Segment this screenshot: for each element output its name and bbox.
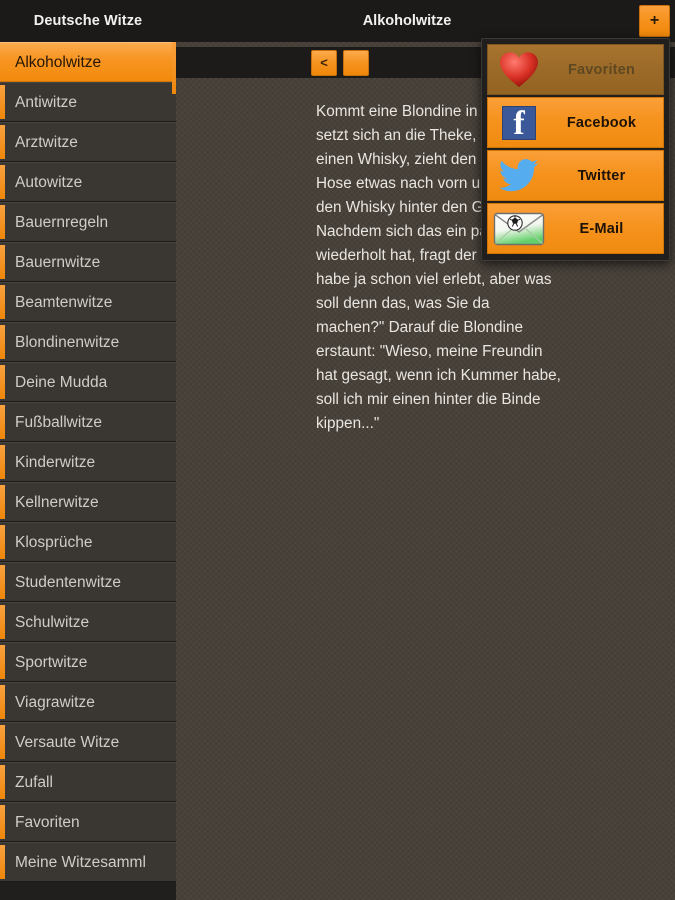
sidebar-item-bauernregeln[interactable]: Bauernregeln xyxy=(0,202,176,242)
share-popup-menu[interactable]: Favoriten f Facebook Twitter E-Mail xyxy=(481,38,670,261)
share-item-e-mail[interactable]: E-Mail xyxy=(487,203,664,254)
sidebar-item-antiwitze[interactable]: Antiwitze xyxy=(0,82,176,122)
sidebar-item-meine-witzesamml[interactable]: Meine Witzesamml xyxy=(0,842,176,882)
share-item-label: Favoriten xyxy=(567,61,636,78)
previous-joke-button[interactable]: < xyxy=(311,50,337,76)
page-indicator-button[interactable] xyxy=(343,50,369,76)
sidebar-item-arztwitze[interactable]: Arztwitze xyxy=(0,122,176,162)
category-sidebar[interactable]: Alkoholwitze Antiwitze Arztwitze Autowitze B… xyxy=(0,42,176,900)
sidebar-item-deine-mudda[interactable]: Deine Mudda xyxy=(0,362,176,402)
app-title: Deutsche Witze xyxy=(33,13,143,29)
envelope-icon xyxy=(488,204,550,253)
share-item-label: E-Mail xyxy=(579,220,624,237)
sidebar-item-versaute-witze[interactable]: Versaute Witze xyxy=(0,722,176,762)
sidebar-item-klospr-che[interactable]: Klosprüche xyxy=(0,522,176,562)
top-action-bar: Deutsche Witze Alkoholwitze + xyxy=(0,0,675,42)
share-item-twitter[interactable]: Twitter xyxy=(487,150,664,201)
sidebar-item-alkoholwitze[interactable]: Alkoholwitze xyxy=(0,42,176,82)
sidebar-item-fu-ballwitze[interactable]: Fußballwitze xyxy=(0,402,176,442)
sidebar-item-favoriten[interactable]: Favoriten xyxy=(0,802,176,842)
add-button[interactable]: + xyxy=(639,5,670,37)
app-root: Deutsche Witze Alkoholwitze + Alkoholwit… xyxy=(0,0,675,900)
twitter-icon xyxy=(488,151,550,200)
share-item-favoriten[interactable]: Favoriten xyxy=(487,44,664,95)
sidebar-item-kellnerwitze[interactable]: Kellnerwitze xyxy=(0,482,176,522)
sidebar-item-bauernwitze[interactable]: Bauernwitze xyxy=(0,242,176,282)
page-title: Alkoholwitze xyxy=(362,13,452,29)
share-item-label: Facebook xyxy=(566,114,637,131)
sidebar-item-viagrawitze[interactable]: Viagrawitze xyxy=(0,682,176,722)
sidebar-scrollbar[interactable] xyxy=(172,42,176,94)
sidebar-item-schulwitze[interactable]: Schulwitze xyxy=(0,602,176,642)
sidebar-item-blondinenwitze[interactable]: Blondinenwitze xyxy=(0,322,176,362)
sidebar-item-kinderwitze[interactable]: Kinderwitze xyxy=(0,442,176,482)
sidebar-item-sportwitze[interactable]: Sportwitze xyxy=(0,642,176,682)
heart-icon xyxy=(488,45,550,94)
sidebar-item-beamtenwitze[interactable]: Beamtenwitze xyxy=(0,282,176,322)
sidebar-item-autowitze[interactable]: Autowitze xyxy=(0,162,176,202)
category-list: Alkoholwitze Antiwitze Arztwitze Autowitze B… xyxy=(0,42,176,882)
facebook-icon: f xyxy=(488,98,550,147)
sidebar-item-studentenwitze[interactable]: Studentenwitze xyxy=(0,562,176,602)
sidebar-item-zufall[interactable]: Zufall xyxy=(0,762,176,802)
share-item-facebook[interactable]: f Facebook xyxy=(487,97,664,148)
share-item-label: Twitter xyxy=(577,167,626,184)
